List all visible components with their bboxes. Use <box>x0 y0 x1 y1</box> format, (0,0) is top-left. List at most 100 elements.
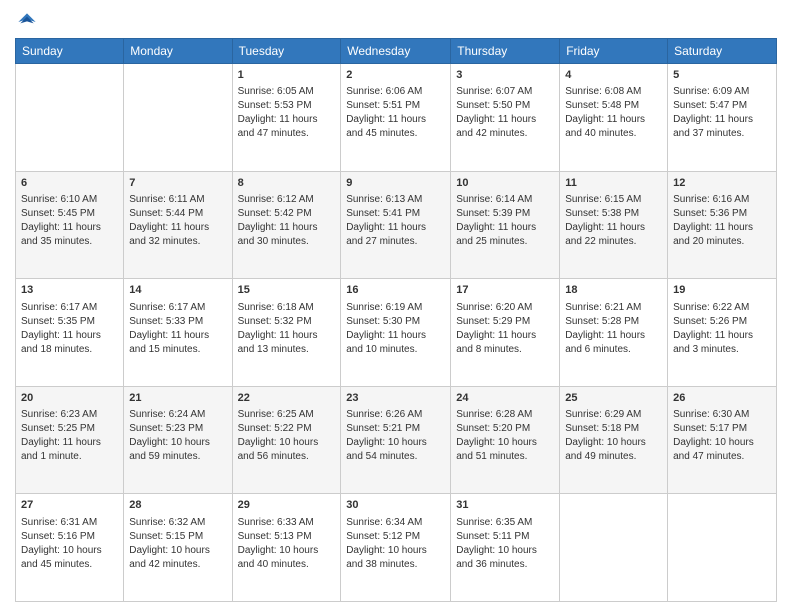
sunrise-text: Sunrise: 6:17 AM <box>129 302 205 313</box>
daylight-text: Daylight: 11 hours and 1 minute. <box>21 437 101 462</box>
calendar-cell: 22Sunrise: 6:25 AMSunset: 5:22 PMDayligh… <box>232 386 341 494</box>
day-number: 19 <box>673 283 771 298</box>
daylight-text: Daylight: 11 hours and 32 minutes. <box>129 222 209 247</box>
sunset-text: Sunset: 5:38 PM <box>565 208 639 219</box>
sunrise-text: Sunrise: 6:15 AM <box>565 194 641 205</box>
daylight-text: Daylight: 11 hours and 47 minutes. <box>238 114 318 139</box>
sunrise-text: Sunrise: 6:18 AM <box>238 302 314 313</box>
day-number: 24 <box>456 391 554 406</box>
sunset-text: Sunset: 5:11 PM <box>456 531 529 542</box>
sunrise-text: Sunrise: 6:08 AM <box>565 86 641 97</box>
sunset-text: Sunset: 5:29 PM <box>456 316 530 327</box>
calendar-cell: 10Sunrise: 6:14 AMSunset: 5:39 PMDayligh… <box>451 171 560 279</box>
daylight-text: Daylight: 10 hours and 51 minutes. <box>456 437 537 462</box>
daylight-text: Daylight: 11 hours and 15 minutes. <box>129 330 209 355</box>
calendar-cell: 20Sunrise: 6:23 AMSunset: 5:25 PMDayligh… <box>16 386 124 494</box>
sunrise-text: Sunrise: 6:12 AM <box>238 194 314 205</box>
sunset-text: Sunset: 5:15 PM <box>129 531 203 542</box>
calendar-cell: 13Sunrise: 6:17 AMSunset: 5:35 PMDayligh… <box>16 279 124 387</box>
day-number: 30 <box>346 498 445 513</box>
day-number: 5 <box>673 68 771 83</box>
daylight-text: Daylight: 11 hours and 35 minutes. <box>21 222 101 247</box>
day-number: 29 <box>238 498 336 513</box>
header <box>15 10 777 30</box>
weekday-header-sunday: Sunday <box>16 39 124 64</box>
daylight-text: Daylight: 10 hours and 56 minutes. <box>238 437 319 462</box>
calendar-cell: 2Sunrise: 6:06 AMSunset: 5:51 PMDaylight… <box>341 64 451 172</box>
sunrise-text: Sunrise: 6:23 AM <box>21 409 97 420</box>
weekday-header-thursday: Thursday <box>451 39 560 64</box>
calendar-cell: 19Sunrise: 6:22 AMSunset: 5:26 PMDayligh… <box>668 279 777 387</box>
day-number: 27 <box>21 498 118 513</box>
day-number: 8 <box>238 176 336 191</box>
day-number: 12 <box>673 176 771 191</box>
weekday-header-friday: Friday <box>560 39 668 64</box>
sunrise-text: Sunrise: 6:20 AM <box>456 302 532 313</box>
sunrise-text: Sunrise: 6:30 AM <box>673 409 749 420</box>
weekday-header-monday: Monday <box>124 39 232 64</box>
calendar-cell: 7Sunrise: 6:11 AMSunset: 5:44 PMDaylight… <box>124 171 232 279</box>
page: SundayMondayTuesdayWednesdayThursdayFrid… <box>0 0 792 612</box>
sunset-text: Sunset: 5:42 PM <box>238 208 312 219</box>
calendar-cell: 1Sunrise: 6:05 AMSunset: 5:53 PMDaylight… <box>232 64 341 172</box>
day-number: 7 <box>129 176 226 191</box>
calendar-cell: 28Sunrise: 6:32 AMSunset: 5:15 PMDayligh… <box>124 494 232 602</box>
sunrise-text: Sunrise: 6:07 AM <box>456 86 532 97</box>
calendar-cell: 21Sunrise: 6:24 AMSunset: 5:23 PMDayligh… <box>124 386 232 494</box>
sunset-text: Sunset: 5:47 PM <box>673 100 747 111</box>
sunset-text: Sunset: 5:35 PM <box>21 316 95 327</box>
calendar-cell: 26Sunrise: 6:30 AMSunset: 5:17 PMDayligh… <box>668 386 777 494</box>
day-number: 14 <box>129 283 226 298</box>
day-number: 22 <box>238 391 336 406</box>
calendar-cell: 12Sunrise: 6:16 AMSunset: 5:36 PMDayligh… <box>668 171 777 279</box>
daylight-text: Daylight: 11 hours and 8 minutes. <box>456 330 536 355</box>
daylight-text: Daylight: 11 hours and 20 minutes. <box>673 222 753 247</box>
daylight-text: Daylight: 11 hours and 25 minutes. <box>456 222 536 247</box>
sunset-text: Sunset: 5:13 PM <box>238 531 312 542</box>
daylight-text: Daylight: 10 hours and 47 minutes. <box>673 437 754 462</box>
logo-bird-icon <box>17 10 37 30</box>
sunrise-text: Sunrise: 6:29 AM <box>565 409 641 420</box>
daylight-text: Daylight: 11 hours and 3 minutes. <box>673 330 753 355</box>
calendar-cell: 3Sunrise: 6:07 AMSunset: 5:50 PMDaylight… <box>451 64 560 172</box>
sunset-text: Sunset: 5:21 PM <box>346 423 420 434</box>
day-number: 18 <box>565 283 662 298</box>
sunrise-text: Sunrise: 6:35 AM <box>456 517 532 528</box>
day-number: 28 <box>129 498 226 513</box>
daylight-text: Daylight: 10 hours and 36 minutes. <box>456 545 537 570</box>
day-number: 4 <box>565 68 662 83</box>
calendar-cell <box>560 494 668 602</box>
sunset-text: Sunset: 5:41 PM <box>346 208 420 219</box>
day-number: 2 <box>346 68 445 83</box>
day-number: 15 <box>238 283 336 298</box>
sunrise-text: Sunrise: 6:14 AM <box>456 194 532 205</box>
sunrise-text: Sunrise: 6:11 AM <box>129 194 204 205</box>
day-number: 20 <box>21 391 118 406</box>
day-number: 9 <box>346 176 445 191</box>
calendar-cell: 31Sunrise: 6:35 AMSunset: 5:11 PMDayligh… <box>451 494 560 602</box>
day-number: 26 <box>673 391 771 406</box>
sunrise-text: Sunrise: 6:19 AM <box>346 302 422 313</box>
calendar-cell: 17Sunrise: 6:20 AMSunset: 5:29 PMDayligh… <box>451 279 560 387</box>
sunset-text: Sunset: 5:23 PM <box>129 423 203 434</box>
calendar-cell: 23Sunrise: 6:26 AMSunset: 5:21 PMDayligh… <box>341 386 451 494</box>
day-number: 16 <box>346 283 445 298</box>
sunrise-text: Sunrise: 6:28 AM <box>456 409 532 420</box>
sunset-text: Sunset: 5:12 PM <box>346 531 420 542</box>
sunset-text: Sunset: 5:53 PM <box>238 100 312 111</box>
day-number: 23 <box>346 391 445 406</box>
daylight-text: Daylight: 11 hours and 27 minutes. <box>346 222 426 247</box>
day-number: 11 <box>565 176 662 191</box>
sunrise-text: Sunrise: 6:10 AM <box>21 194 97 205</box>
sunset-text: Sunset: 5:28 PM <box>565 316 639 327</box>
calendar-header-row: SundayMondayTuesdayWednesdayThursdayFrid… <box>16 39 777 64</box>
daylight-text: Daylight: 11 hours and 18 minutes. <box>21 330 101 355</box>
sunset-text: Sunset: 5:45 PM <box>21 208 95 219</box>
daylight-text: Daylight: 11 hours and 40 minutes. <box>565 114 645 139</box>
sunset-text: Sunset: 5:39 PM <box>456 208 530 219</box>
weekday-header-wednesday: Wednesday <box>341 39 451 64</box>
sunrise-text: Sunrise: 6:13 AM <box>346 194 422 205</box>
sunset-text: Sunset: 5:51 PM <box>346 100 420 111</box>
calendar-week-5: 27Sunrise: 6:31 AMSunset: 5:16 PMDayligh… <box>16 494 777 602</box>
day-number: 13 <box>21 283 118 298</box>
